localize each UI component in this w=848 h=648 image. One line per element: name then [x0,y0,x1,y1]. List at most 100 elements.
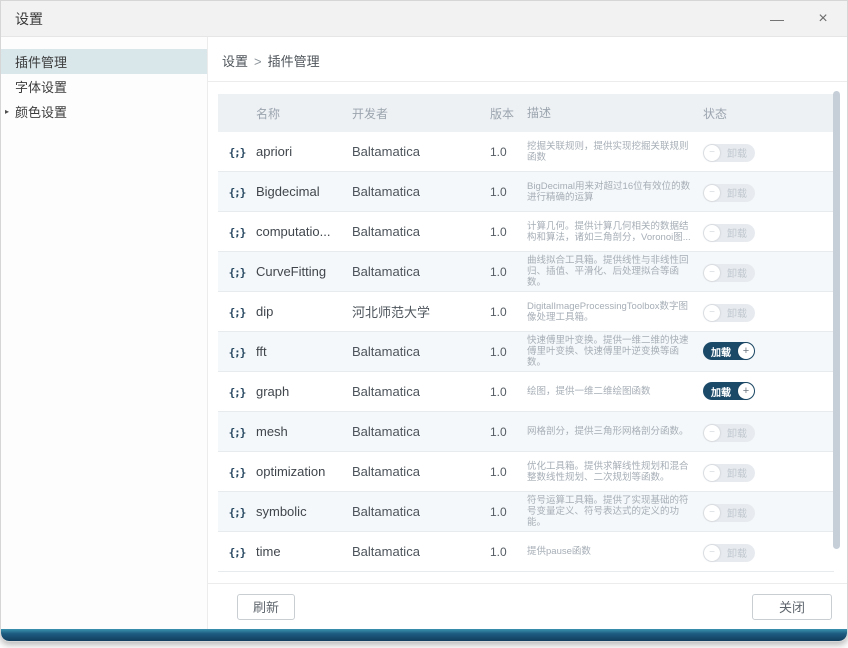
table-body: {;} apriori Baltamatica 1.0 挖掘关联规则，提供实现挖… [218,132,834,572]
sidebar-item-color-settings[interactable]: ▸ 颜色设置 [1,99,207,124]
column-header-status: 状态 [703,105,834,122]
cell-status: − 卸载 [703,462,834,482]
cell-developer: Baltamatica [352,504,490,519]
cell-description: 绘图，提供一维二维绘图函数 [527,386,703,397]
cell-description: 提供pause函数 [527,546,703,557]
status-toggle[interactable]: − 卸载 [703,464,755,482]
cell-icon: {;} [218,303,256,321]
status-toggle[interactable]: − 卸载 [703,184,755,202]
toggle-label: 卸载 [720,545,754,560]
cell-developer: Baltamatica [352,424,490,439]
toggle-knob: − [704,545,720,561]
toggle-knob: + [738,383,754,399]
column-header-version: 版本 [490,105,527,122]
cell-description: 网格剖分，提供三角形网格剖分函数。 [527,426,703,437]
table-row[interactable]: {;} symbolic Baltamatica 1.0 符号运算工具箱。提供了… [218,492,834,532]
cell-status: + 加载 [703,342,834,361]
title-bar: 设置 — × [1,1,847,37]
cell-icon: {;} [218,343,256,361]
sidebar-item-font-settings[interactable]: 字体设置 [1,74,207,99]
toggle-knob-glyph: − [709,148,715,158]
breadcrumb-root[interactable]: 设置 [222,54,248,69]
cell-status: − 卸载 [703,422,834,442]
cell-icon: {;} [218,143,256,161]
plugin-icon: {;} [229,346,246,359]
cell-icon: {;} [218,183,256,201]
cell-plugin-name: fft [256,344,352,359]
status-toggle[interactable]: + 加载 [703,342,755,360]
table-row[interactable]: {;} mesh Baltamatica 1.0 网格剖分，提供三角形网格剖分函… [218,412,834,452]
minimize-icon[interactable]: — [767,11,787,27]
plugin-table: 名称 开发者 版本 描述 状态 {;} apriori Baltamatica … [218,94,834,572]
cell-plugin-name: computatio... [256,224,352,239]
status-toggle[interactable]: − 卸载 [703,504,755,522]
toggle-knob: − [704,505,720,521]
close-button[interactable]: 关闭 [752,594,832,620]
cell-description: 符号运算工具箱。提供了实现基础的符号变量定义、符号表达式的定义的功能。 [527,495,703,528]
cell-plugin-name: mesh [256,424,352,439]
close-icon[interactable]: × [813,11,833,27]
cell-plugin-name: time [256,544,352,559]
status-toggle[interactable]: − 卸载 [703,304,755,322]
cell-developer: Baltamatica [352,184,490,199]
column-header-description: 描述 [527,108,703,119]
cell-status: − 卸载 [703,542,834,562]
plugin-icon: {;} [229,146,246,159]
toggle-knob: − [704,185,720,201]
sidebar-item-label: 颜色设置 [15,102,67,121]
table-row[interactable]: {;} CurveFitting Baltamatica 1.0 曲线拟合工具箱… [218,252,834,292]
cell-status: − 卸载 [703,302,834,322]
cell-version: 1.0 [490,305,527,319]
sidebar-item-label: 插件管理 [15,52,67,71]
toggle-knob-glyph: − [709,468,715,478]
cell-developer: Baltamatica [352,264,490,279]
cell-version: 1.0 [490,185,527,199]
toggle-knob: + [738,343,754,359]
cell-developer: Baltamatica [352,344,490,359]
cell-version: 1.0 [490,265,527,279]
table-row[interactable]: {;} apriori Baltamatica 1.0 挖掘关联规则，提供实现挖… [218,132,834,172]
cell-version: 1.0 [490,385,527,399]
toggle-label: 卸载 [720,465,754,480]
sidebar-item-label: 字体设置 [15,77,67,96]
toggle-knob-glyph: − [709,428,715,438]
cell-developer: Baltamatica [352,384,490,399]
plugin-icon: {;} [229,226,246,239]
toggle-label: 卸载 [720,265,754,280]
breadcrumb-current: 插件管理 [268,54,320,69]
plugin-icon: {;} [229,546,246,559]
cell-description: 快速傅里叶变换。提供一维二维的快速傅里叶变换、快速傅里叶逆变换等函数。 [527,335,703,368]
table-row[interactable]: {;} graph Baltamatica 1.0 绘图，提供一维二维绘图函数 … [218,372,834,412]
status-toggle[interactable]: − 卸载 [703,264,755,282]
cell-description: 计算几何。提供计算几何相关的数据结构和算法，诸如三角剖分，Voronoi图... [527,221,703,243]
sidebar-item-plugin-management[interactable]: 插件管理 [1,49,207,74]
toggle-knob-glyph: − [709,508,715,518]
table-row[interactable]: {;} fft Baltamatica 1.0 快速傅里叶变换。提供一维二维的快… [218,332,834,372]
plugin-icon: {;} [229,466,246,479]
status-toggle[interactable]: − 卸载 [703,544,755,562]
table-row[interactable]: {;} time Baltamatica 1.0 提供pause函数 − 卸载 [218,532,834,572]
table-row[interactable]: {;} optimization Baltamatica 1.0 优化工具箱。提… [218,452,834,492]
breadcrumb-separator: > [254,54,262,69]
status-toggle[interactable]: − 卸载 [703,144,755,162]
table-row[interactable]: {;} computatio... Baltamatica 1.0 计算几何。提… [218,212,834,252]
toggle-label: 加载 [704,384,738,399]
table-header-row: 名称 开发者 版本 描述 状态 [218,94,834,132]
table-row[interactable]: {;} Bigdecimal Baltamatica 1.0 BigDecima… [218,172,834,212]
expand-arrow-icon: ▸ [5,107,9,116]
cell-version: 1.0 [490,545,527,559]
toggle-knob: − [704,145,720,161]
status-toggle[interactable]: + 加载 [703,382,755,400]
status-toggle[interactable]: − 卸载 [703,224,755,242]
cell-icon: {;} [218,503,256,521]
cell-status: + 加载 [703,382,834,401]
refresh-button[interactable]: 刷新 [237,594,295,620]
cell-developer: Baltamatica [352,224,490,239]
cell-icon: {;} [218,543,256,561]
cell-developer: Baltamatica [352,464,490,479]
cell-version: 1.0 [490,225,527,239]
vertical-scrollbar-thumb[interactable] [833,91,840,549]
settings-window: 设置 — × 插件管理 字体设置 ▸ 颜色设置 [0,0,848,642]
status-toggle[interactable]: − 卸载 [703,424,755,442]
table-row[interactable]: {;} dip 河北师范大学 1.0 DigitalImageProcessin… [218,292,834,332]
